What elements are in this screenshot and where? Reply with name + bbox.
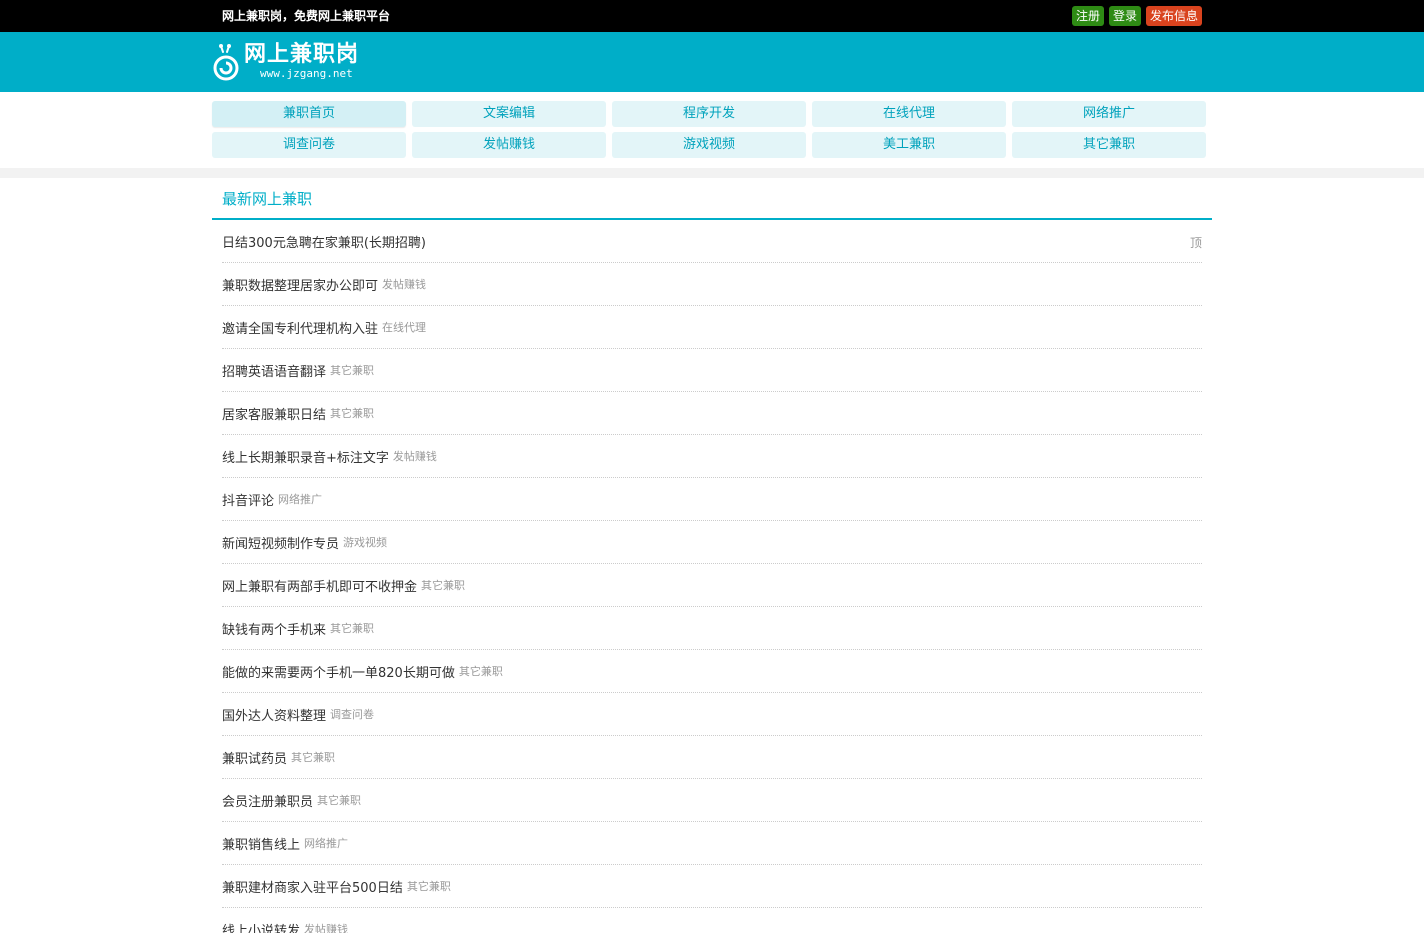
- job-category-link[interactable]: 网络推广: [278, 491, 322, 507]
- job-category-link[interactable]: 其它兼职: [330, 362, 374, 378]
- list-item[interactable]: 新闻短视频制作专员 游戏视频: [222, 521, 1202, 564]
- nav-row-1: 兼职首页 文案编辑 程序开发 在线代理 网络推广: [212, 101, 1212, 127]
- job-title-link[interactable]: 抖音评论: [222, 490, 274, 509]
- job-category-link[interactable]: 发帖赚钱: [304, 921, 348, 933]
- publish-button[interactable]: 发布信息: [1145, 6, 1202, 26]
- logo-title: 网上兼职岗: [244, 42, 360, 67]
- job-title-link[interactable]: 国外达人资料整理: [222, 705, 326, 724]
- job-category-link[interactable]: 在线代理: [382, 319, 426, 335]
- job-title-link[interactable]: 新闻短视频制作专员: [222, 533, 339, 552]
- job-category-link[interactable]: 其它兼职: [291, 749, 335, 765]
- list-item[interactable]: 兼职试药员 其它兼职: [222, 736, 1202, 779]
- job-title-link[interactable]: 会员注册兼职员: [222, 791, 313, 810]
- nav-item-design[interactable]: 美工兼职: [812, 132, 1006, 158]
- pinned-badge: 顶: [1189, 236, 1202, 250]
- list-item[interactable]: 国外达人资料整理 调查问卷: [222, 693, 1202, 736]
- latest-jobs-section: 最新网上兼职 日结300元急聘在家兼职(长期招聘) 顶兼职数据整理居家办公即可 发帖…: [212, 178, 1212, 933]
- list-item[interactable]: 抖音评论 网络推广: [222, 478, 1202, 521]
- list-item[interactable]: 线上长期兼职录音+标注文字 发帖赚钱: [222, 435, 1202, 478]
- nav-item-programming[interactable]: 程序开发: [612, 101, 806, 127]
- job-category-link[interactable]: 发帖赚钱: [393, 448, 437, 464]
- list-item[interactable]: 招聘英语语音翻译 其它兼职: [222, 349, 1202, 392]
- job-category-link[interactable]: 其它兼职: [459, 663, 503, 679]
- job-category-link[interactable]: 网络推广: [304, 835, 348, 851]
- category-nav: 兼职首页 文案编辑 程序开发 在线代理 网络推广 调查问卷 发帖赚钱 游戏视频 …: [212, 92, 1212, 168]
- nav-item-posting[interactable]: 发帖赚钱: [412, 132, 606, 158]
- job-category-link[interactable]: 其它兼职: [317, 792, 361, 808]
- logo-url: www.jzgang.net: [260, 67, 353, 80]
- list-item[interactable]: 会员注册兼职员 其它兼职: [222, 779, 1202, 822]
- job-title-link[interactable]: 兼职数据整理居家办公即可: [222, 275, 378, 294]
- nav-item-home[interactable]: 兼职首页: [212, 101, 406, 127]
- login-button[interactable]: 登录: [1108, 6, 1141, 26]
- list-item[interactable]: 能做的来需要两个手机一单820长期可做 其它兼职: [222, 650, 1202, 693]
- nav-item-promotion[interactable]: 网络推广: [1012, 101, 1206, 127]
- site-header: 网上兼职岗 www.jzgang.net: [0, 32, 1424, 92]
- section-header: 最新网上兼职: [212, 178, 1212, 220]
- nav-item-online-agent[interactable]: 在线代理: [812, 101, 1006, 127]
- list-item[interactable]: 兼职数据整理居家办公即可 发帖赚钱: [222, 263, 1202, 306]
- top-bar: 网上兼职岗，免费网上兼职平台 注册 登录 发布信息: [0, 0, 1424, 32]
- job-category-link[interactable]: 其它兼职: [407, 878, 451, 894]
- nav-item-game-video[interactable]: 游戏视频: [612, 132, 806, 158]
- top-bar-inner: 网上兼职岗，免费网上兼职平台 注册 登录 发布信息: [212, 0, 1212, 32]
- list-item[interactable]: 线上小说转发 发帖赚钱: [222, 908, 1202, 933]
- job-category-link[interactable]: 发帖赚钱: [382, 276, 426, 292]
- nav-item-survey[interactable]: 调查问卷: [212, 132, 406, 158]
- job-title-link[interactable]: 居家客服兼职日结: [222, 404, 326, 423]
- nav-row-2: 调查问卷 发帖赚钱 游戏视频 美工兼职 其它兼职: [212, 132, 1212, 158]
- job-title-link[interactable]: 缺钱有两个手机来: [222, 619, 326, 638]
- list-item[interactable]: 网上兼职有两部手机即可不收押金 其它兼职: [222, 564, 1202, 607]
- list-item[interactable]: 日结300元急聘在家兼职(长期招聘) 顶: [222, 220, 1202, 263]
- snail-logo-icon: [213, 44, 239, 81]
- list-item[interactable]: 居家客服兼职日结 其它兼职: [222, 392, 1202, 435]
- nav-item-copywriting[interactable]: 文案编辑: [412, 101, 606, 127]
- site-slogan: 网上兼职岗，免费网上兼职平台: [222, 9, 391, 23]
- job-title-link[interactable]: 兼职试药员: [222, 748, 287, 767]
- job-title-link[interactable]: 邀请全国专利代理机构入驻: [222, 318, 378, 337]
- list-item[interactable]: 缺钱有两个手机来 其它兼职: [222, 607, 1202, 650]
- register-button[interactable]: 注册: [1071, 6, 1104, 26]
- job-title-link[interactable]: 招聘英语语音翻译: [222, 361, 326, 380]
- job-title-link[interactable]: 能做的来需要两个手机一单820长期可做: [222, 662, 455, 681]
- nav-item-other[interactable]: 其它兼职: [1012, 132, 1206, 158]
- job-category-link[interactable]: 游戏视频: [343, 534, 387, 550]
- logo-text: 网上兼职岗 www.jzgang.net: [244, 42, 359, 80]
- job-category-link[interactable]: 其它兼职: [421, 577, 465, 593]
- site-logo[interactable]: 网上兼职岗 www.jzgang.net: [212, 42, 359, 84]
- job-title-link[interactable]: 线上长期兼职录音+标注文字: [222, 447, 389, 466]
- section-divider: [0, 168, 1424, 178]
- job-title-link[interactable]: 网上兼职有两部手机即可不收押金: [222, 576, 417, 595]
- job-title-link[interactable]: 兼职销售线上: [222, 834, 300, 853]
- list-item[interactable]: 邀请全国专利代理机构入驻 在线代理: [222, 306, 1202, 349]
- job-list: 日结300元急聘在家兼职(长期招聘) 顶兼职数据整理居家办公即可 发帖赚钱 邀请全国专…: [212, 220, 1212, 933]
- account-actions: 注册 登录 发布信息: [1071, 6, 1202, 26]
- job-title-link[interactable]: 兼职建材商家入驻平台500日结: [222, 877, 403, 896]
- job-title-link[interactable]: 线上小说转发: [222, 920, 300, 933]
- job-title-link[interactable]: 日结300元急聘在家兼职(长期招聘): [222, 232, 426, 251]
- list-item[interactable]: 兼职销售线上 网络推广: [222, 822, 1202, 865]
- job-category-link[interactable]: 其它兼职: [330, 405, 374, 421]
- job-category-link[interactable]: 其它兼职: [330, 620, 374, 636]
- list-item[interactable]: 兼职建材商家入驻平台500日结 其它兼职: [222, 865, 1202, 908]
- section-title: 最新网上兼职: [222, 190, 313, 208]
- job-category-link[interactable]: 调查问卷: [330, 706, 374, 722]
- header-inner: 网上兼职岗 www.jzgang.net: [212, 32, 1212, 92]
